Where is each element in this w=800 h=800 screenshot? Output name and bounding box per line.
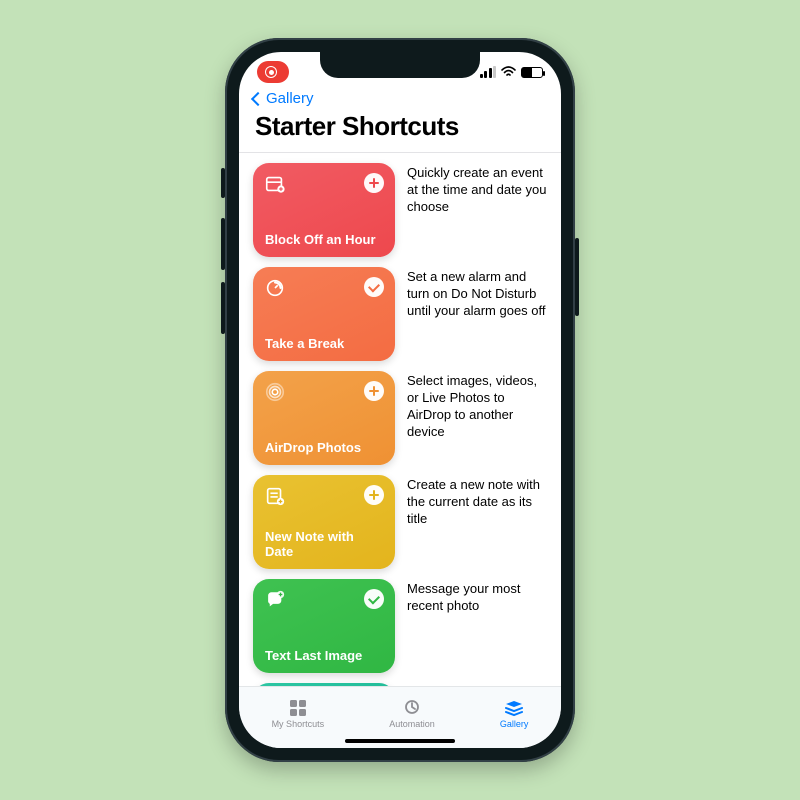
tab-automation[interactable]: Automation [389,699,435,729]
card-label: New Note with Date [265,530,383,560]
list-item: Text Last Image Message your most recent… [253,579,547,673]
tab-label: Gallery [500,719,529,729]
added-badge-icon [364,277,384,297]
home-indicator[interactable] [345,739,455,743]
card-label: Text Last Image [265,649,383,664]
add-badge-icon [364,173,384,193]
recording-indicator[interactable] [257,61,289,83]
timer-icon [264,277,286,299]
tab-label: My Shortcuts [272,719,325,729]
page-title: Starter Shortcuts [239,107,561,152]
wifi-icon [501,66,516,78]
grid-icon [288,699,308,717]
shortcut-card-new-note[interactable]: New Note with Date [253,475,395,569]
automation-icon [402,699,422,717]
card-description: Quickly create an event at the time and … [407,163,547,257]
calendar-add-icon [264,173,286,195]
tab-label: Automation [389,719,435,729]
list-item: Block Off an Hour Quickly create an even… [253,163,547,257]
card-label: Take a Break [265,337,383,352]
cell-signal-icon [480,66,497,78]
note-add-icon [264,485,286,507]
added-badge-icon [364,589,384,609]
airdrop-icon [264,381,286,403]
card-description: Select images, videos, or Live Photos to… [407,371,547,465]
record-icon [265,66,277,78]
back-button[interactable]: Gallery [239,86,561,107]
card-label: Block Off an Hour [265,233,383,248]
card-description: Create a new note with the current date … [407,475,547,569]
shortcut-card-block-off[interactable]: Block Off an Hour [253,163,395,257]
list-item: New Note with Date Create a new note wit… [253,475,547,569]
shortcut-card-text-last[interactable]: Text Last Image [253,579,395,673]
battery-icon [521,67,543,78]
add-badge-icon [364,381,384,401]
shortcut-card-take-break[interactable]: Take a Break [253,267,395,361]
shortcut-card-partial[interactable] [253,683,395,686]
notch [320,52,480,78]
message-add-icon [264,589,286,611]
add-badge-icon [364,485,384,505]
list-item: Take a Break Set a new alarm and turn on… [253,267,547,361]
card-description: Message your most recent photo [407,579,547,673]
shortcut-card-airdrop[interactable]: AirDrop Photos [253,371,395,465]
list-item: AirDrop Photos Select images, videos, or… [253,371,547,465]
card-description: Set a new alarm and turn on Do Not Distu… [407,267,547,361]
tab-gallery[interactable]: Gallery [500,699,529,729]
chevron-left-icon [251,91,265,105]
phone-frame: Gallery Starter Shortcuts Block Off an H… [225,38,575,762]
card-label: AirDrop Photos [265,441,383,456]
screen: Gallery Starter Shortcuts Block Off an H… [239,52,561,748]
tab-my-shortcuts[interactable]: My Shortcuts [272,699,325,729]
gallery-icon [504,699,524,717]
shortcut-list: Block Off an Hour Quickly create an even… [239,153,561,686]
back-label: Gallery [266,90,314,107]
